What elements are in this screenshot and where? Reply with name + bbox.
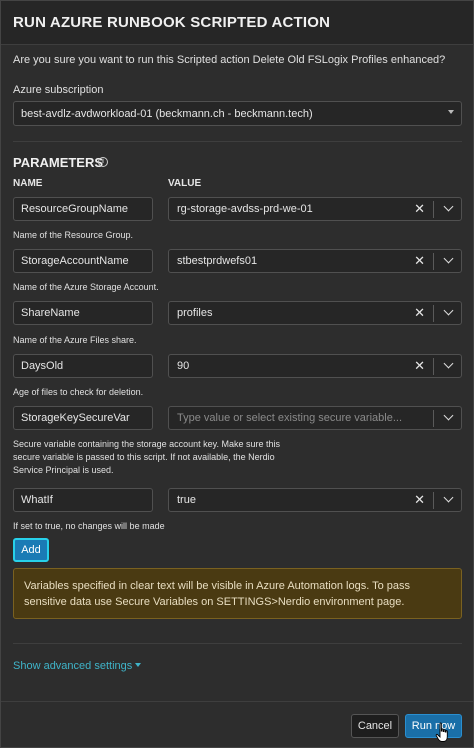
clear-icon[interactable]: ✕ <box>414 306 425 319</box>
caret-down-icon <box>135 663 142 667</box>
clear-icon[interactable]: ✕ <box>414 254 425 267</box>
param-value-select[interactable]: profiles ✕ <box>168 301 462 325</box>
param-value-select[interactable]: stbestprdwefs01 ✕ <box>168 249 462 273</box>
param-value-select[interactable]: rg-storage-avdss-prd-we-01 ✕ <box>168 197 462 221</box>
param-description: If set to true, no changes will be made <box>13 521 165 531</box>
param-description: Name of the Resource Group. <box>13 230 134 240</box>
subscription-value: best-avdlz-avdworkload-01 (beckmann.ch -… <box>21 108 313 120</box>
footer-divider <box>1 701 473 702</box>
dialog-title: RUN AZURE RUNBOOK SCRIPTED ACTION <box>13 14 331 31</box>
info-circle-icon[interactable]: i <box>98 157 108 167</box>
show-advanced-settings-link[interactable]: Show advanced settings <box>13 660 142 672</box>
warning-banner: Variables specified in clear text will b… <box>13 568 462 619</box>
run-now-button[interactable]: Run now <box>405 714 462 738</box>
subscription-select[interactable]: best-avdlz-avdworkload-01 (beckmann.ch -… <box>13 101 462 126</box>
secure-variable-select[interactable]: Type value or select existing secure var… <box>168 406 462 430</box>
param-value-text: rg-storage-avdss-prd-we-01 <box>177 203 313 215</box>
param-description: Name of the Azure Storage Account. <box>13 282 159 292</box>
add-parameter-button[interactable]: Add <box>13 538 49 562</box>
param-name-field[interactable]: ResourceGroupName <box>13 197 153 221</box>
param-description: Secure variable containing the storage a… <box>13 439 280 475</box>
dialog-header: RUN AZURE RUNBOOK SCRIPTED ACTION <box>1 1 473 45</box>
param-name-field[interactable]: StorageKeySecureVar <box>13 406 153 430</box>
chevron-down-icon[interactable] <box>443 305 454 316</box>
separator <box>433 410 434 427</box>
chevron-down-icon[interactable] <box>443 358 454 369</box>
separator <box>433 358 434 375</box>
chevron-down-icon[interactable] <box>443 253 454 264</box>
confirm-text: Are you sure you want to run this Script… <box>13 54 446 66</box>
param-description: Age of files to check for deletion. <box>13 387 144 397</box>
chevron-down-icon[interactable] <box>443 410 454 421</box>
hand-cursor-icon <box>435 722 448 742</box>
column-header-name: NAME <box>13 178 43 189</box>
separator <box>433 305 434 322</box>
param-name-field[interactable]: WhatIf <box>13 488 153 512</box>
clear-icon[interactable]: ✕ <box>414 493 425 506</box>
cancel-button[interactable]: Cancel <box>351 714 399 738</box>
param-value-text: stbestprdwefs01 <box>177 255 258 267</box>
param-name-field[interactable]: StorageAccountName <box>13 249 153 273</box>
param-value-text: true <box>177 494 196 506</box>
column-header-value: VALUE <box>168 178 202 189</box>
separator <box>433 253 434 270</box>
param-value-text: 90 <box>177 360 190 372</box>
param-value-text: profiles <box>177 307 213 319</box>
param-description: Name of the Azure Files share. <box>13 335 137 345</box>
chevron-down-icon[interactable] <box>443 492 454 503</box>
param-name-field[interactable]: DaysOld <box>13 354 153 378</box>
clear-icon[interactable]: ✕ <box>414 359 425 372</box>
separator <box>433 201 434 218</box>
param-value-select[interactable]: true ✕ <box>168 488 462 512</box>
clear-icon[interactable]: ✕ <box>414 202 425 215</box>
param-name-field[interactable]: ShareName <box>13 301 153 325</box>
secure-variable-placeholder: Type value or select existing secure var… <box>177 412 403 424</box>
advanced-label: Show advanced settings <box>13 660 133 672</box>
param-value-select[interactable]: 90 ✕ <box>168 354 462 378</box>
divider <box>13 643 462 644</box>
chevron-down-icon[interactable] <box>443 201 454 212</box>
subscription-label: Azure subscription <box>13 84 104 96</box>
dropdown-caret-icon <box>448 110 454 114</box>
run-scripted-action-dialog: RUN AZURE RUNBOOK SCRIPTED ACTION Are yo… <box>0 0 474 748</box>
divider <box>13 141 462 142</box>
parameters-title: PARAMETERS <box>13 155 104 170</box>
separator <box>433 492 434 509</box>
